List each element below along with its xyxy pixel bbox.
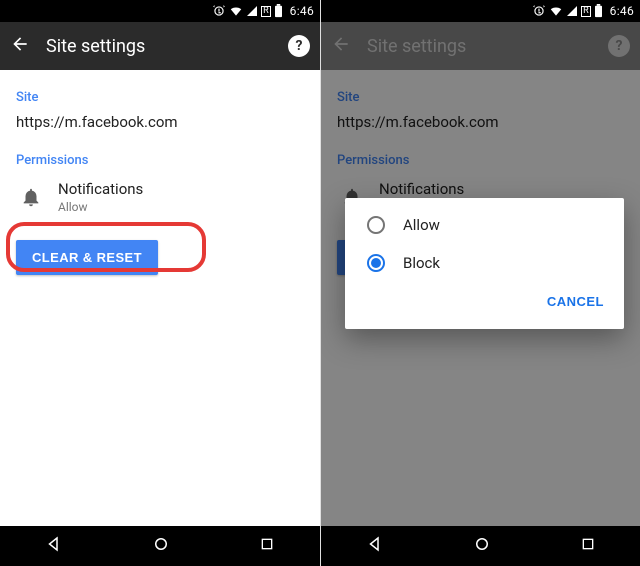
clear-reset-button[interactable]: CLEAR & RESET <box>16 240 158 275</box>
appbar-title: Site settings <box>46 36 272 57</box>
cancel-button[interactable]: CANCEL <box>543 288 608 315</box>
site-url: https://m.facebook.com <box>16 113 304 131</box>
radio-allow[interactable]: Allow <box>345 206 624 244</box>
battery-icon <box>274 4 283 18</box>
section-permissions-label: Permissions <box>16 153 304 168</box>
alarm-icon <box>532 4 546 18</box>
network-r-icon: R <box>581 6 591 17</box>
statusbar-time: 6:46 <box>610 4 634 18</box>
nav-recent-icon[interactable] <box>580 536 596 556</box>
statusbar: R 6:46 <box>321 0 640 22</box>
wifi-icon <box>549 4 563 18</box>
wifi-icon <box>229 4 243 18</box>
radio-block[interactable]: Block <box>345 244 624 282</box>
statusbar: R 6:46 <box>0 0 320 22</box>
navbar <box>0 526 320 566</box>
radio-icon <box>367 254 385 272</box>
permission-dialog: Allow Block CANCEL <box>345 198 624 329</box>
screen-site-settings-dialog: R 6:46 Site settings ? Site https://m.fa… <box>320 0 640 566</box>
nav-home-icon[interactable] <box>473 535 491 557</box>
help-icon[interactable]: ? <box>288 35 310 57</box>
nav-recent-icon[interactable] <box>259 536 275 556</box>
permission-notifications-row[interactable]: Notifications Allow <box>16 174 304 220</box>
battery-icon <box>594 4 603 18</box>
radio-block-label: Block <box>403 254 440 272</box>
back-icon[interactable] <box>10 34 30 58</box>
nav-back-icon[interactable] <box>366 535 384 557</box>
network-r-icon: R <box>261 6 271 17</box>
alarm-icon <box>212 4 226 18</box>
signal-icon <box>566 5 578 17</box>
navbar <box>321 526 640 566</box>
nav-back-icon[interactable] <box>45 535 63 557</box>
appbar: Site settings ? <box>0 22 320 70</box>
bell-icon <box>20 186 42 208</box>
permission-title: Notifications <box>58 180 143 198</box>
statusbar-time: 6:46 <box>290 4 314 18</box>
radio-icon <box>367 216 385 234</box>
content: Site https://m.facebook.com Permissions … <box>0 70 320 526</box>
screen-site-settings: R 6:46 Site settings ? Site https://m.fa… <box>0 0 320 566</box>
signal-icon <box>246 5 258 17</box>
radio-allow-label: Allow <box>403 216 440 234</box>
permission-subtitle: Allow <box>58 200 143 214</box>
section-site-label: Site <box>16 90 304 105</box>
nav-home-icon[interactable] <box>152 535 170 557</box>
